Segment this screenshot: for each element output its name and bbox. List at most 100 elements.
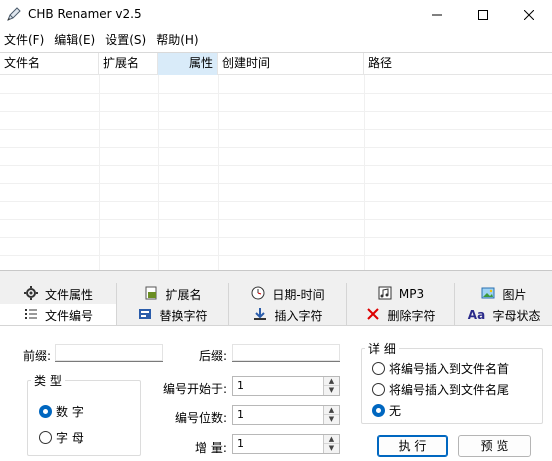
spin-up-arrow-icon[interactable]: ▲ [324,435,339,444]
increment-spinner[interactable]: 1 ▲ ▼ [232,434,340,454]
numbering-tab-content: 前缀: 后缀: 类 型 数 字 字 母 编号开始于: 1 ▲ ▼ 编号位数: 1 [0,326,552,461]
type-letter-radio[interactable]: 字 母 [39,429,84,446]
spinner-value: 1 [237,379,244,392]
grid-row-line [0,237,552,238]
grid-row-line [0,201,552,202]
tab-file-numbering[interactable]: 文件编号 [0,304,117,326]
menu-edit[interactable]: 编辑(E) [50,31,101,50]
tab-label: 日期-时间 [272,287,325,302]
grid-column-line [99,75,100,270]
tab-letter-case[interactable]: Aa 字母状态 [455,304,552,326]
start-label: 编号开始于: [163,382,228,396]
tab-label: 替换字符 [159,308,208,323]
radio-dot [39,431,52,444]
radio-label: 将编号插入到文件名首 [389,362,510,376]
gear-icon [23,286,39,302]
tab-replace-chars[interactable]: 替换字符 [117,304,229,326]
grid-column-line [364,75,365,270]
type-number-radio[interactable]: 数 字 [39,403,84,420]
execute-button[interactable]: 执 行 [377,435,448,457]
spinner-buttons[interactable]: ▲ ▼ [323,406,339,424]
tab-date-time[interactable]: 日期-时间 [229,283,347,305]
tab-label: 文件属性 [44,287,93,302]
spin-up-arrow-icon[interactable]: ▲ [324,377,339,386]
grid-column-line [218,75,219,270]
tab-picture[interactable]: 图片 [455,283,552,305]
radio-label: 数 字 [56,405,84,419]
tab-insert-chars[interactable]: 插入字符 [229,304,347,326]
grid-row-line [0,129,552,130]
spin-up-arrow-icon[interactable]: ▲ [324,406,339,415]
spin-down-arrow-icon[interactable]: ▼ [324,444,339,453]
close-icon [524,10,534,20]
grid-row-line [0,255,552,256]
insert-at-end-radio[interactable]: 将编号插入到文件名尾 [372,381,509,398]
spin-down-arrow-icon[interactable]: ▼ [324,415,339,424]
start-number-spinner[interactable]: 1 ▲ ▼ [232,376,340,396]
tab-extension[interactable]: 扩展名 [117,283,229,305]
tab-file-attributes[interactable]: 文件属性 [0,283,117,305]
radio-dot [372,404,385,417]
numbered-list-icon [23,307,39,323]
grid-row-line [0,111,552,112]
preview-button[interactable]: 预 览 [458,435,531,457]
radio-dot [372,383,385,396]
tab-label: 插入字符 [274,308,323,323]
grid-row-line [0,147,552,148]
music-icon [377,286,393,302]
radio-label: 将编号插入到文件名尾 [389,383,510,397]
minimize-button[interactable] [414,0,460,30]
file-list[interactable]: 文件名 扩展名 属性 创建时间 路径 [0,52,552,270]
column-created-time[interactable]: 创建时间 [218,53,364,75]
column-extension[interactable]: 扩展名 [99,53,158,75]
picture-icon [480,286,496,302]
letter-case-icon: Aa [467,308,486,322]
digits-spinner[interactable]: 1 ▲ ▼ [232,405,340,425]
file-list-header: 文件名 扩展名 属性 创建时间 路径 [0,53,552,75]
spinner-value: 1 [237,408,244,421]
menu-help[interactable]: 帮助(H) [152,31,204,50]
grid-row-line [0,165,552,166]
insert-none-radio[interactable]: 无 [372,402,401,419]
suffix-label: 后缀: [199,349,228,363]
insert-at-start-radio[interactable]: 将编号插入到文件名首 [372,360,509,377]
spinner-buttons[interactable]: ▲ ▼ [323,435,339,453]
spin-down-arrow-icon[interactable]: ▼ [324,386,339,395]
title-bar: CHB Renamer v2.5 [0,0,552,30]
radio-label: 无 [389,404,402,418]
grid-column-line [158,75,159,270]
clock-icon [250,286,266,302]
maximize-icon [478,10,488,20]
maximize-button[interactable] [460,0,506,30]
tab-mp3[interactable]: MP3 [347,283,455,305]
tab-delete-chars[interactable]: 删除字符 [347,304,455,326]
spinner-buttons[interactable]: ▲ ▼ [323,377,339,395]
column-attributes[interactable]: 属性 [158,53,218,75]
increment-label: 增 量: [195,441,227,455]
tab-label: 文件编号 [44,308,93,323]
detail-group-title: 详 细 [365,340,399,357]
column-path[interactable]: 路径 [364,53,552,75]
radio-dot [39,405,52,418]
spinner-value: 1 [237,437,244,450]
tab-label: 删除字符 [387,308,436,323]
delete-x-icon [365,307,381,323]
options-panel: 文件属性 扩展名 日期-时间 MP3 图片 文件编号 替换字符 插入字符 删除字… [0,270,552,461]
tab-label: MP3 [398,287,425,301]
radio-label: 字 母 [56,431,84,445]
type-group-title: 类 型 [31,372,65,389]
suffix-input[interactable] [232,344,340,362]
radio-dot [372,362,385,375]
prefix-label: 前缀: [23,349,52,363]
grid-row-line [0,93,552,94]
close-button[interactable] [506,0,552,30]
menu-settings[interactable]: 设置(S) [101,31,152,50]
extension-icon [143,286,159,302]
app-pen-icon [7,7,21,21]
tab-label: 扩展名 [165,287,202,302]
prefix-input[interactable] [55,344,163,362]
replace-icon [137,307,153,323]
grid-row-line [0,219,552,220]
menu-file[interactable]: 文件(F) [0,31,50,50]
column-filename[interactable]: 文件名 [0,53,99,75]
